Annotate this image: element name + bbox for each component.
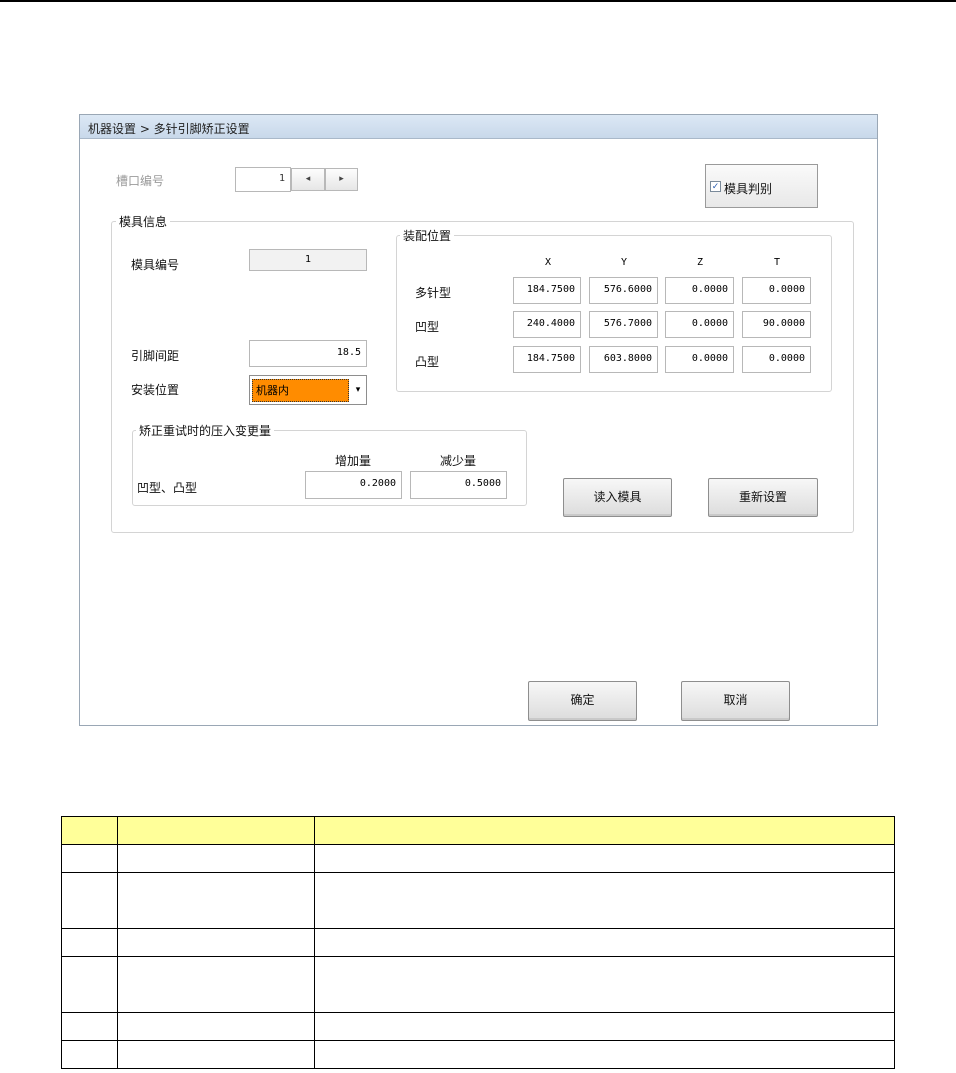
pin-pitch-input[interactable]: 18.5 — [249, 340, 367, 367]
table-cell — [314, 844, 895, 873]
mold-check-toggle[interactable]: ✓ 模具判别 — [705, 164, 818, 208]
read-mold-button[interactable]: 读入模具 — [563, 478, 672, 517]
correction-title: 矫正重试时的压入变更量 — [136, 422, 275, 439]
window-titlebar: 机器设置 > 多针引脚矫正设置 — [80, 115, 877, 139]
increase-label: 增加量 — [335, 454, 372, 468]
table-cell — [314, 1012, 895, 1041]
table-row — [61, 844, 895, 873]
decrease-input[interactable]: 0.5000 — [410, 471, 507, 499]
convex-z-input[interactable]: 0.0000 — [665, 346, 734, 373]
convex-y-input[interactable]: 603.8000 — [589, 346, 658, 373]
concave-x-input[interactable]: 240.4000 — [513, 311, 581, 338]
multipin-y-input[interactable]: 576.6000 — [589, 277, 658, 304]
table-cell — [61, 956, 118, 1013]
mold-number-field: 1 — [249, 249, 367, 271]
table-cell — [61, 844, 118, 873]
multipin-t-input[interactable]: 0.0000 — [742, 277, 811, 304]
table-cell — [314, 956, 895, 1013]
mold-number-label: 模具编号 — [131, 258, 180, 272]
slot-next-button[interactable]: ▸ — [325, 168, 358, 191]
table-row — [61, 1012, 895, 1041]
install-position-value: 机器内 — [252, 379, 349, 402]
table-cell — [117, 844, 315, 873]
column-header-y: Y — [620, 257, 628, 268]
convex-t-input[interactable]: 0.0000 — [742, 346, 811, 373]
table-row — [61, 872, 895, 929]
chevron-down-icon: ▾ — [355, 385, 361, 395]
concave-t-input[interactable]: 90.0000 — [742, 311, 811, 338]
table-cell — [61, 1040, 118, 1069]
arrow-right-icon: ▸ — [339, 174, 344, 184]
row-label-convex: 凸型 — [415, 355, 440, 369]
column-header-x: X — [544, 257, 552, 268]
arrow-left-icon: ◂ — [305, 174, 311, 184]
table-cell — [117, 872, 315, 929]
multipin-x-input[interactable]: 184.7500 — [513, 277, 581, 304]
table-cell — [61, 928, 118, 957]
checkmark-icon: ✓ — [711, 182, 720, 192]
top-rule — [0, 0, 956, 2]
table-cell — [117, 1040, 315, 1069]
convex-x-input[interactable]: 184.7500 — [513, 346, 581, 373]
correction-row-label: 凹型、凸型 — [137, 481, 198, 495]
pin-pitch-label: 引脚间距 — [131, 349, 180, 363]
description-table — [61, 816, 895, 1069]
concave-z-input[interactable]: 0.0000 — [665, 311, 734, 338]
install-position-label: 安装位置 — [131, 383, 180, 397]
table-cell — [314, 928, 895, 957]
mount-position-title: 装配位置 — [400, 227, 455, 244]
table-cell — [61, 816, 118, 845]
table-header-row — [61, 816, 895, 845]
table-cell — [117, 928, 315, 957]
table-cell — [314, 1040, 895, 1069]
multipin-z-input[interactable]: 0.0000 — [665, 277, 734, 304]
slot-number-field[interactable]: 1 — [235, 167, 291, 192]
table-cell — [61, 1012, 118, 1041]
slot-prev-button[interactable]: ◂ — [291, 168, 325, 191]
column-header-z: Z — [696, 257, 704, 268]
table-cell — [117, 816, 315, 845]
table-cell — [117, 1012, 315, 1041]
install-position-select[interactable]: 机器内 ▾ — [249, 375, 367, 405]
breadcrumb: 机器设置 > 多针引脚矫正设置 — [88, 122, 250, 136]
table-cell — [61, 872, 118, 929]
concave-y-input[interactable]: 576.7000 — [589, 311, 658, 338]
mold-info-title: 模具信息 — [116, 213, 171, 230]
increase-input[interactable]: 0.2000 — [305, 471, 402, 499]
column-header-t: T — [773, 257, 781, 268]
row-label-concave: 凹型 — [415, 320, 440, 334]
decrease-label: 减少量 — [440, 454, 477, 468]
table-row — [61, 956, 895, 1013]
reset-button[interactable]: 重新设置 — [708, 478, 818, 517]
mold-check-label: 模具判别 — [724, 182, 773, 196]
table-cell — [314, 872, 895, 929]
table-row — [61, 1040, 895, 1069]
row-label-multipin: 多针型 — [415, 286, 452, 300]
ok-button[interactable]: 确定 — [528, 681, 637, 721]
settings-window: 机器设置 > 多针引脚矫正设置 槽口编号 1 ◂ ▸ ✓ 模具判别 模具信息 模… — [79, 114, 878, 726]
slot-label: 槽口编号 — [116, 174, 165, 188]
table-cell — [314, 816, 895, 845]
table-row — [61, 928, 895, 957]
table-cell — [117, 956, 315, 1013]
cancel-button[interactable]: 取消 — [681, 681, 790, 721]
mold-check-checkbox[interactable]: ✓ — [710, 181, 721, 192]
